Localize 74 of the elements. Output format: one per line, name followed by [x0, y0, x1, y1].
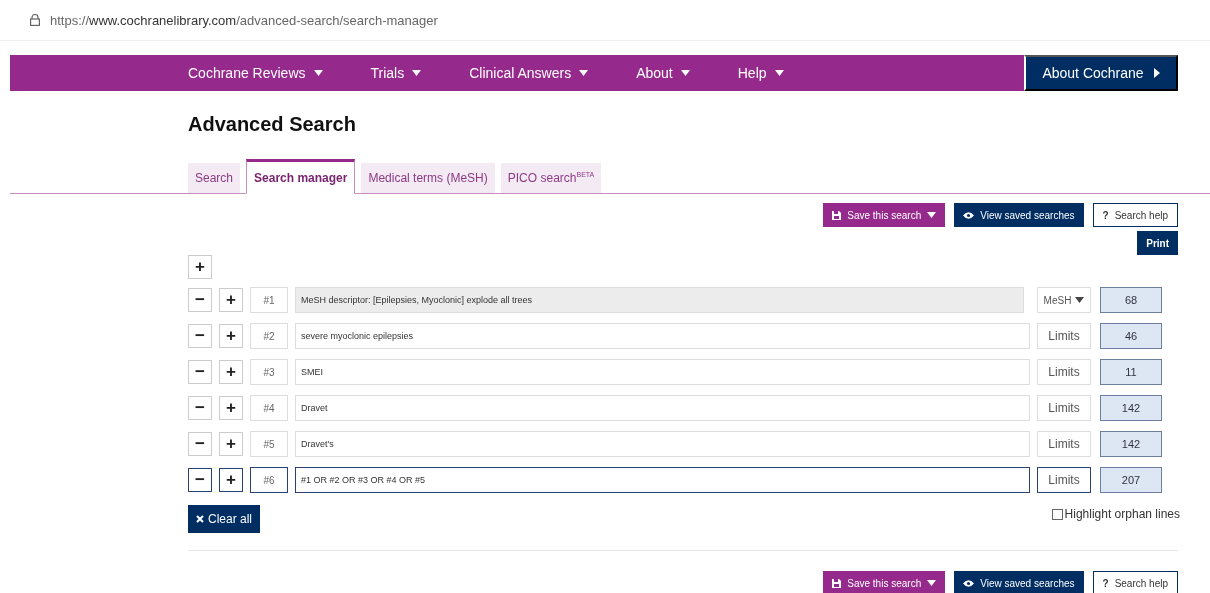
view-saved-searches-button[interactable]: View saved searches [954, 203, 1084, 227]
nav-menu-item[interactable]: Help [737, 65, 784, 81]
tab[interactable]: Medical terms (MeSH) [361, 163, 495, 193]
question-mark-icon: ? [1102, 577, 1109, 589]
question-mark-icon: ? [1102, 209, 1109, 221]
print-button[interactable]: Print [1137, 231, 1178, 255]
line-number: #6 [250, 467, 288, 493]
query-field[interactable]: MeSH descriptor: [Epilepsies, Myoclonic] explode all trees [295, 287, 1024, 313]
remove-line-button[interactable]: − [188, 288, 212, 312]
remove-line-button[interactable]: − [188, 396, 212, 420]
eye-icon [963, 211, 975, 219]
clear-all-button[interactable]: Clear all [188, 505, 260, 533]
query-field[interactable]: #1 OR #2 OR #3 OR #4 OR #5 [295, 467, 1030, 493]
remove-line-button[interactable]: − [188, 360, 212, 384]
result-count-button[interactable]: 142 [1100, 395, 1162, 421]
view-saved-searches-button[interactable]: View saved searches [954, 571, 1084, 593]
nav-menu-item[interactable]: Clinical Answers [469, 65, 589, 81]
line-number: #3 [250, 359, 288, 385]
result-count-button[interactable]: 207 [1100, 467, 1162, 493]
caret-icon [680, 70, 690, 76]
add-line-button[interactable]: + [219, 432, 243, 456]
nav-menu-item[interactable]: Trials [370, 65, 422, 81]
add-line-button[interactable]: + [219, 360, 243, 384]
remove-line-button[interactable]: − [188, 324, 212, 348]
about-cochrane-button[interactable]: About Cochrane [1024, 55, 1178, 91]
limits-button[interactable]: Limits [1037, 395, 1091, 421]
add-line-button[interactable]: + [219, 288, 243, 312]
eye-icon [963, 579, 975, 587]
triangle-right-icon [1153, 68, 1160, 78]
query-field[interactable]: severe myoclonic epilepsies [295, 323, 1030, 349]
caret-icon [1075, 297, 1085, 303]
search-help-button[interactable]: ? Search help [1092, 203, 1178, 227]
result-count-button[interactable]: 11 [1100, 359, 1162, 385]
query-field[interactable]: Dravet [295, 395, 1030, 421]
nav-menu-item[interactable]: Cochrane Reviews [188, 65, 323, 81]
caret-icon [927, 212, 937, 218]
checkbox[interactable] [1051, 508, 1063, 520]
add-line-button[interactable]: + [219, 468, 243, 492]
limits-button[interactable]: Limits [1037, 467, 1091, 493]
caret-icon [927, 580, 937, 586]
caret-icon [579, 70, 589, 76]
nav-menu-item[interactable]: About [636, 65, 690, 81]
mesh-dropdown[interactable]: MeSH [1037, 287, 1091, 313]
line-number: #2 [250, 323, 288, 349]
save-search-button[interactable]: Save this search [823, 571, 946, 593]
highlight-orphan-lines-label: Highlight orphan lines [1064, 507, 1180, 521]
remove-line-button[interactable]: − [188, 468, 212, 492]
add-line-button[interactable]: + [219, 324, 243, 348]
add-line-button[interactable]: + [219, 396, 243, 420]
limits-button[interactable]: Limits [1037, 323, 1091, 349]
query-field[interactable]: Dravet's [295, 431, 1030, 457]
caret-icon [313, 70, 323, 76]
result-count-button[interactable]: 68 [1100, 287, 1162, 313]
caret-icon [774, 70, 784, 76]
result-count-button[interactable]: 46 [1100, 323, 1162, 349]
tab[interactable]: PICO search$^{BETA}$ [500, 163, 602, 193]
limits-button[interactable]: Limits [1037, 359, 1091, 385]
result-count-button[interactable]: 142 [1100, 431, 1162, 457]
tab[interactable]: Search [188, 163, 241, 193]
tab[interactable]: Search manager [246, 159, 356, 194]
line-number: #4 [250, 395, 288, 421]
line-number: #1 [250, 287, 288, 313]
save-search-button[interactable]: Save this search [823, 203, 946, 227]
close-icon [196, 515, 204, 523]
limits-button[interactable]: Limits [1037, 431, 1091, 457]
lock-icon [30, 14, 40, 26]
search-help-button[interactable]: ? Search help [1092, 571, 1178, 593]
add-line-button[interactable]: + [188, 255, 212, 279]
url-text[interactable]: https://www.cochranelibrary.com/advanced-search/search-manager [50, 12, 438, 28]
caret-icon [412, 70, 422, 76]
page-title: Advanced Search [188, 113, 357, 137]
remove-line-button[interactable]: − [188, 432, 212, 456]
query-field[interactable]: SMEI [295, 359, 1030, 385]
line-number: #5 [250, 431, 288, 457]
